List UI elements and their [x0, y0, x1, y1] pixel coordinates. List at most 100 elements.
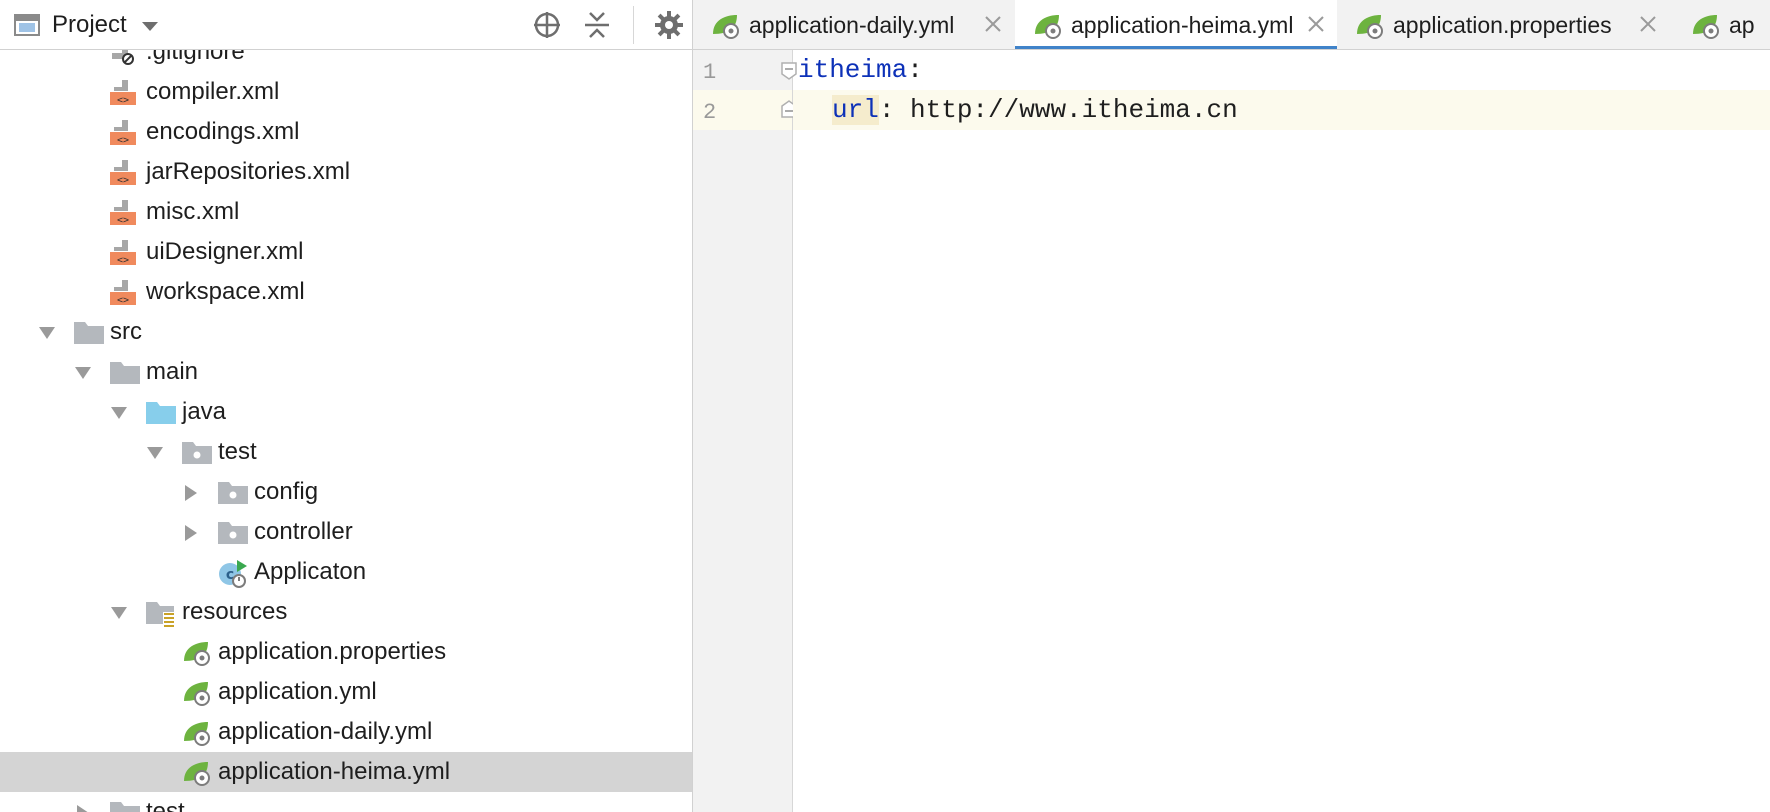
tree-item-label: src — [110, 318, 142, 345]
xml-file-icon: <> — [110, 159, 136, 186]
package-icon — [182, 439, 212, 465]
spring-config-icon — [711, 12, 739, 39]
panel-title: Project — [52, 11, 127, 38]
tree-item-label: workspace.xml — [146, 278, 305, 305]
tree-item-label: controller — [254, 518, 353, 545]
chevron-right-icon[interactable] — [182, 524, 200, 542]
tree-item-label: main — [146, 358, 199, 385]
tree-item-jarrepositories-xml[interactable]: <> jarRepositories.xml — [0, 152, 692, 192]
source-root-folder-icon — [146, 399, 176, 425]
collapse-all-icon[interactable] — [580, 8, 614, 42]
chevron-right-icon[interactable] — [74, 804, 92, 812]
yaml-separator: : — [907, 55, 923, 85]
code-line-content: url: http://www.itheima.cn — [832, 90, 1238, 130]
spring-config-icon — [182, 639, 210, 666]
tree-item-label: resources — [182, 598, 288, 625]
chevron-right-icon[interactable] — [182, 484, 200, 502]
toolbar-divider — [633, 6, 634, 44]
svg-text:<>: <> — [117, 175, 129, 185]
yaml-value: http://www.itheima.cn — [894, 95, 1238, 125]
chevron-down-icon[interactable] — [110, 604, 128, 622]
gitignore-file-icon — [110, 50, 136, 65]
spring-config-icon — [182, 719, 210, 746]
folder-icon — [110, 359, 140, 385]
tree-item-compiler-xml[interactable]: <> compiler.xml — [0, 72, 692, 112]
close-icon[interactable] — [984, 15, 1002, 33]
tree-item-label: application.properties — [218, 638, 447, 665]
tree-item-src[interactable]: src — [0, 312, 692, 352]
chevron-down-icon[interactable] — [38, 324, 56, 342]
tree-item-application-heima-yml[interactable]: application-heima.yml — [0, 752, 692, 792]
svg-text:<>: <> — [117, 95, 129, 105]
tree-item-main[interactable]: main — [0, 352, 692, 392]
project-panel-header: Project — [0, 0, 692, 50]
tab-application-daily-yml[interactable]: application-daily.yml — [693, 0, 1015, 49]
svg-text:<>: <> — [117, 135, 129, 145]
code-line-current: url: http://www.itheima.cn — [793, 90, 1770, 130]
svg-text:<>: <> — [117, 215, 129, 225]
tree-item-misc-xml[interactable]: <> misc.xml — [0, 192, 692, 232]
tree-item-label: java — [182, 398, 227, 425]
tree-item-test-package[interactable]: test — [0, 432, 692, 472]
tree-item-label: uiDesigner.xml — [146, 238, 304, 265]
xml-file-icon: <> — [110, 279, 136, 306]
chevron-down-icon[interactable] — [74, 364, 92, 382]
tree-item-label: misc.xml — [146, 198, 240, 225]
project-tree: .gitignore <> compiler.xml <> encodings.… — [0, 50, 692, 812]
tree-item-encodings-xml[interactable]: <> encodings.xml — [0, 112, 692, 152]
tree-item-applicaton[interactable]: c Applicaton — [0, 552, 692, 592]
svg-text:<>: <> — [117, 255, 129, 265]
spring-config-icon — [182, 759, 210, 786]
tree-item-label: config — [254, 478, 319, 505]
editor-gutter — [693, 50, 793, 812]
tool-window-icon — [14, 14, 40, 36]
tab-application-properties[interactable]: application.properties — [1337, 0, 1673, 49]
tab-label: application-heima.yml — [1071, 12, 1294, 38]
code-line-content: itheima: — [798, 50, 923, 90]
xml-file-icon: <> — [110, 239, 136, 266]
close-icon[interactable] — [1639, 15, 1657, 33]
spring-config-icon — [1355, 12, 1383, 39]
chevron-down-icon[interactable] — [110, 404, 128, 422]
package-icon — [218, 479, 248, 505]
tab-overflow-partial[interactable]: ap — [1673, 0, 1770, 49]
code-editor[interactable]: itheima: url: http://www.itheima.cn — [793, 50, 1770, 812]
tree-item-gitignore[interactable]: .gitignore — [0, 50, 692, 72]
chevron-down-icon[interactable] — [141, 19, 159, 31]
resources-folder-icon — [146, 599, 175, 627]
xml-file-icon: <> — [110, 119, 136, 146]
tree-item-label: application-heima.yml — [218, 758, 451, 785]
tree-item-label: application.yml — [218, 678, 377, 705]
folder-icon — [110, 799, 140, 812]
yaml-separator: : — [878, 95, 895, 125]
gear-icon[interactable] — [652, 8, 686, 42]
tree-item-controller[interactable]: controller — [0, 512, 692, 552]
tree-item-resources[interactable]: resources — [0, 592, 692, 632]
tab-label: ap — [1729, 12, 1755, 38]
editor-tab-bar: application-daily.yml application-heima.… — [693, 0, 1770, 50]
tree-item-label: Applicaton — [254, 558, 367, 585]
tree-item-application-daily-yml[interactable]: application-daily.yml — [0, 712, 692, 752]
tab-label: application-daily.yml — [749, 12, 955, 38]
tree-item-label: test — [146, 798, 185, 812]
chevron-down-icon[interactable] — [146, 444, 164, 462]
tree-item-java[interactable]: java — [0, 392, 692, 432]
crosshair-icon[interactable] — [530, 8, 564, 42]
tab-application-heima-yml[interactable]: application-heima.yml — [1015, 0, 1337, 49]
tree-item-application-yml[interactable]: application.yml — [0, 672, 692, 712]
close-icon[interactable] — [1307, 15, 1325, 33]
tree-item-application-properties[interactable]: application.properties — [0, 632, 692, 672]
tree-item-test-folder[interactable]: test — [0, 792, 692, 812]
tree-item-label: test — [218, 438, 257, 465]
xml-file-icon: <> — [110, 79, 136, 106]
yaml-key: itheima — [798, 55, 908, 85]
xml-file-icon: <> — [110, 199, 136, 226]
tree-item-workspace-xml[interactable]: <> workspace.xml — [0, 272, 692, 312]
package-icon — [218, 519, 248, 545]
tree-item-uidesigner-xml[interactable]: <> uiDesigner.xml — [0, 232, 692, 272]
tree-item-config[interactable]: config — [0, 472, 692, 512]
project-view-selector[interactable]: Project — [14, 9, 159, 41]
tree-item-label: jarRepositories.xml — [146, 158, 351, 185]
spring-boot-class-icon: c — [218, 559, 247, 588]
folder-icon — [74, 319, 104, 345]
